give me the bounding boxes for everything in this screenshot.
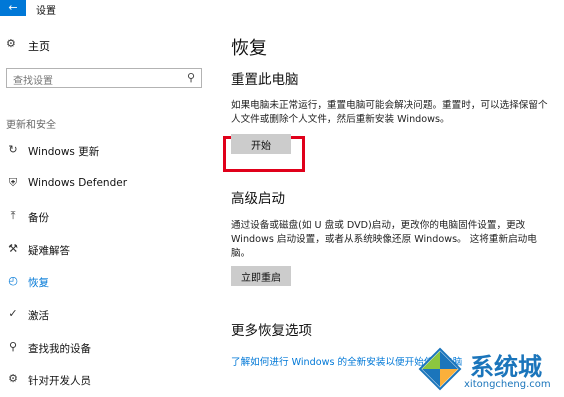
section-header: 更新和安全: [6, 120, 56, 131]
sidebar-item-label: 备份: [28, 212, 49, 224]
sidebar-item-find-my-device[interactable]: ⚲ 查找我的设备: [0, 337, 210, 359]
check-circle-icon: ✓: [8, 307, 18, 320]
sidebar-item-label: 恢复: [28, 277, 49, 289]
sidebar-item-label: 疑难解答: [28, 245, 70, 257]
history-icon: ◴: [8, 274, 18, 287]
developer-icon: ⚙: [8, 372, 18, 385]
search-input[interactable]: [7, 72, 173, 91]
sidebar-item-for-developers[interactable]: ⚙ 针对开发人员: [0, 369, 210, 391]
sidebar-item-label: 激活: [28, 310, 49, 322]
gear-icon: ⚙: [6, 37, 16, 50]
sidebar-item-label: 针对开发人员: [28, 375, 91, 387]
search-icon[interactable]: ⚲: [187, 71, 195, 84]
person-icon: ⚲: [8, 340, 18, 353]
search-box[interactable]: ⚲: [6, 68, 202, 91]
main-content: 恢复 重置此电脑 如果电脑未正常运行，重置电脑可能会解决问题。重置时，可以选择保…: [210, 16, 564, 397]
home-link[interactable]: ⚙ 主页: [6, 37, 50, 53]
back-arrow-icon: ←: [8, 1, 18, 14]
sync-icon: ↻: [8, 143, 18, 156]
reset-heading: 重置此电脑: [231, 72, 299, 88]
sidebar-item-troubleshoot[interactable]: ⚒ 疑难解答: [0, 239, 210, 261]
shield-icon: ⛨: [8, 176, 18, 189]
watermark-url: xitongcheng.com: [464, 379, 551, 390]
sidebar-item-windows-defender[interactable]: ⛨ Windows Defender: [0, 173, 210, 195]
sidebar-item-backup[interactable]: ⤒ 备份: [0, 206, 210, 228]
advanced-startup-description: 通过设备或磁盘(如 U 盘或 DVD)启动，更改你的电脑固件设置，更改 Wind…: [231, 220, 537, 259]
app-title: 设置: [36, 6, 56, 17]
more-options-heading: 更多恢复选项: [231, 323, 312, 339]
sidebar-item-label: Windows 更新: [28, 146, 100, 158]
sidebar-item-label: Windows Defender: [28, 177, 128, 189]
sidebar-item-label: 查找我的设备: [28, 343, 91, 355]
restart-now-button[interactable]: 立即重启: [231, 266, 291, 286]
reset-description: 如果电脑未正常运行，重置电脑可能会解决问题。重置时，可以选择保留个人文件或删除个…: [231, 100, 548, 125]
back-button[interactable]: ←: [0, 0, 26, 16]
wrench-icon: ⚒: [8, 242, 18, 255]
windows-logo-icon: [418, 347, 462, 391]
advanced-startup-heading: 高级启动: [231, 191, 285, 207]
watermark-text: 系统城: [470, 353, 542, 381]
reset-start-button[interactable]: 开始: [231, 134, 291, 154]
page-title: 恢复: [231, 38, 267, 59]
watermark: 系统城 xitongcheng.com: [414, 343, 564, 397]
sidebar-item-windows-update[interactable]: ↻ Windows 更新: [0, 140, 210, 162]
title-bar: ← 设置: [0, 0, 564, 17]
sidebar-item-recovery[interactable]: ◴ 恢复: [0, 271, 210, 293]
sidebar-item-activation[interactable]: ✓ 激活: [0, 304, 210, 326]
home-label: 主页: [28, 40, 50, 53]
sidebar: ⚙ 主页 ⚲ 更新和安全 ↻ Windows 更新 ⛨ Windows Defe…: [0, 16, 210, 397]
backup-arrow-icon: ⤒: [10, 209, 16, 222]
